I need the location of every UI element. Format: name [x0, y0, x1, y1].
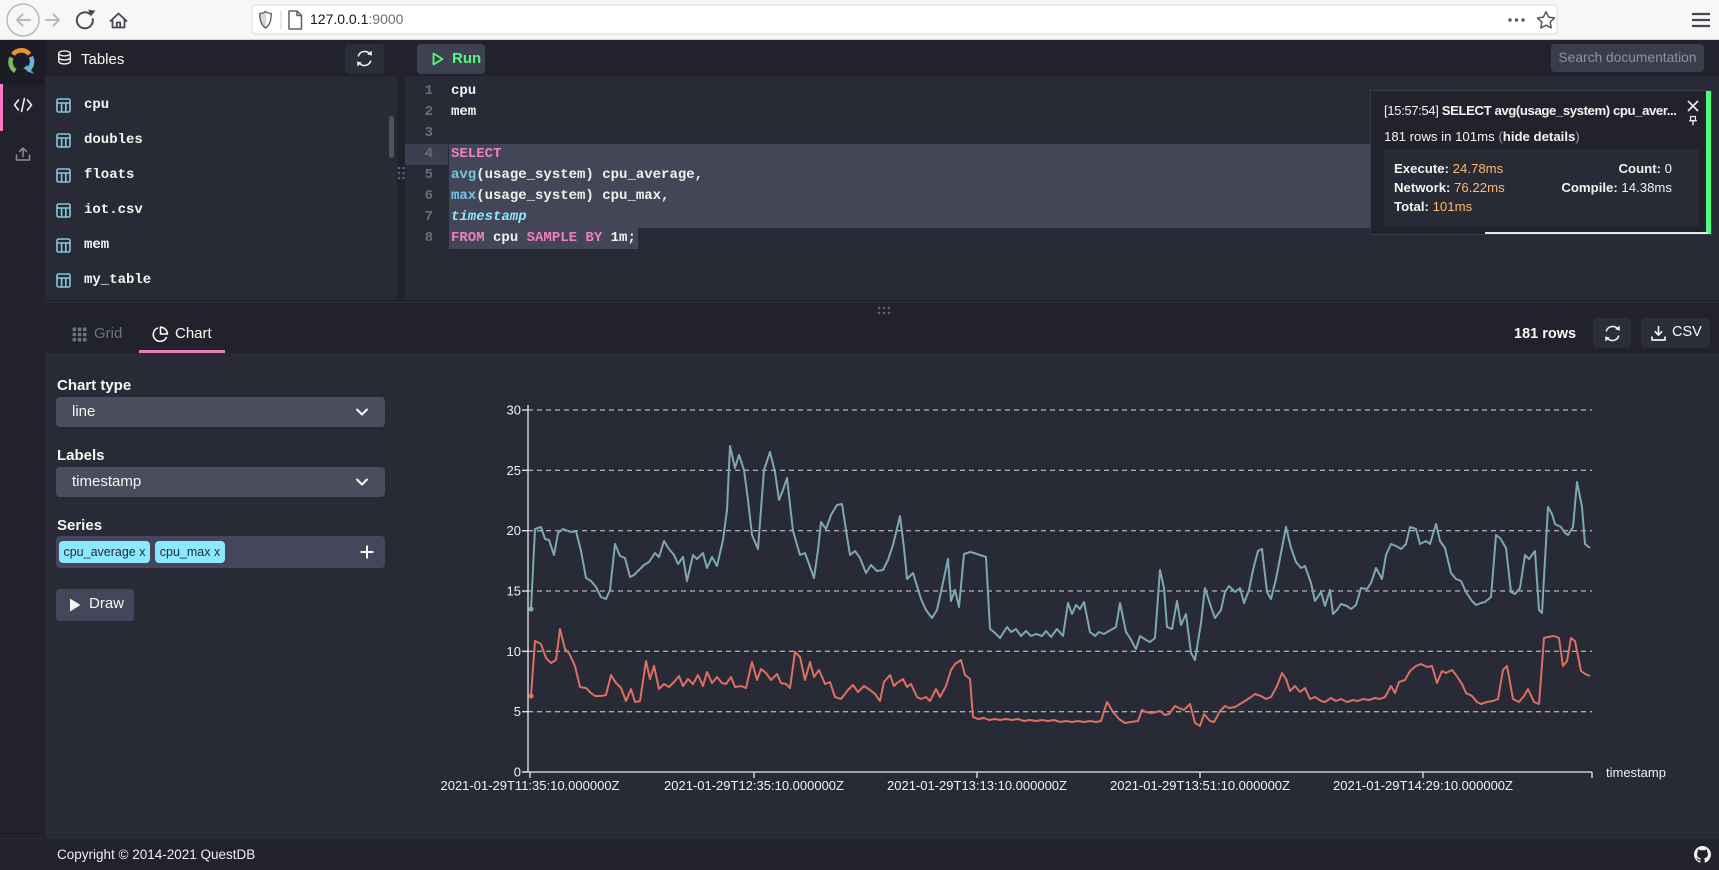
svg-text:30: 30 [507, 403, 521, 418]
svg-text:5: 5 [514, 704, 521, 719]
svg-text:10: 10 [507, 644, 521, 659]
svg-text:2021-01-29T11:35:10.000000Z: 2021-01-29T11:35:10.000000Z [440, 778, 619, 793]
svg-text:15: 15 [507, 584, 521, 599]
svg-text:20: 20 [507, 523, 521, 538]
svg-text:25: 25 [507, 463, 521, 478]
svg-text:2021-01-29T13:51:10.000000Z: 2021-01-29T13:51:10.000000Z [1110, 778, 1290, 793]
svg-text:2021-01-29T13:13:10.000000Z: 2021-01-29T13:13:10.000000Z [887, 778, 1067, 793]
svg-text:2021-01-29T12:35:10.000000Z: 2021-01-29T12:35:10.000000Z [664, 778, 844, 793]
svg-text:timestamp: timestamp [1606, 765, 1666, 780]
svg-text:2021-01-29T14:29:10.000000Z: 2021-01-29T14:29:10.000000Z [1333, 778, 1513, 793]
